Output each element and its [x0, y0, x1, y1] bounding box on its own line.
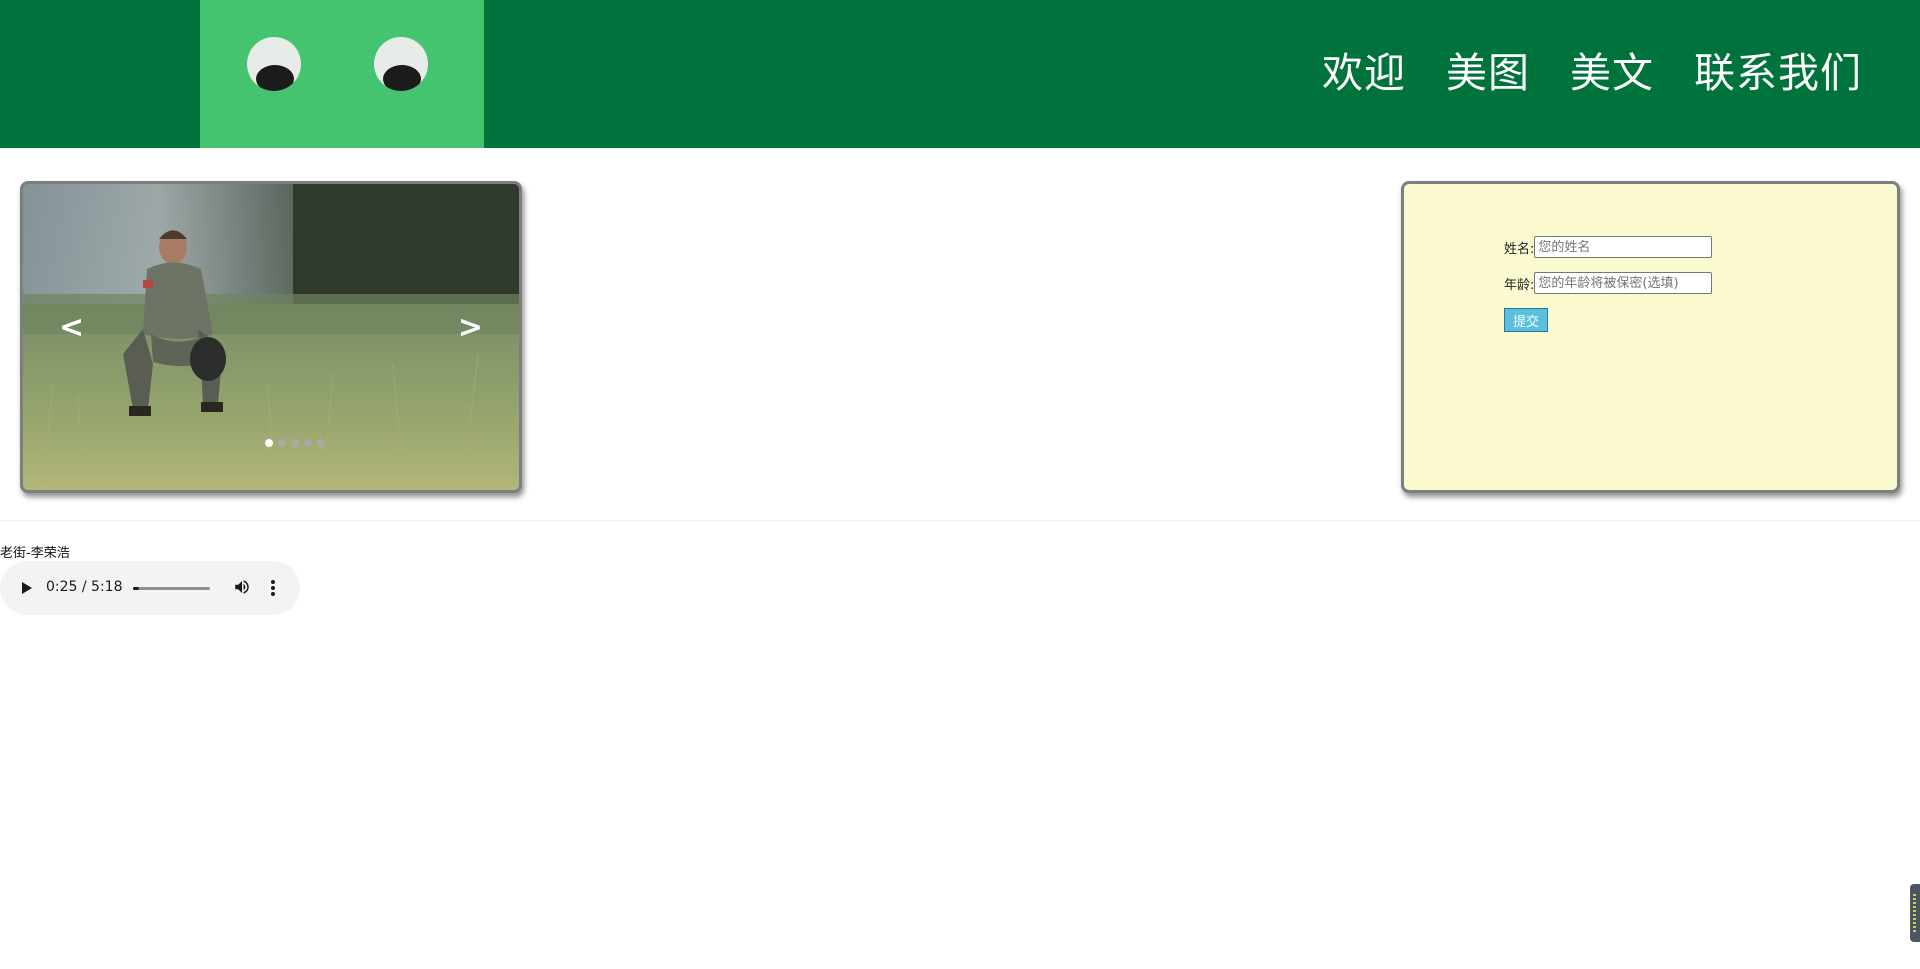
side-handle[interactable]: [1910, 884, 1920, 942]
audio-seek-fill: [133, 587, 140, 590]
contact-form: 姓名: 年龄: 提交: [1401, 181, 1900, 493]
submit-button[interactable]: 提交: [1504, 308, 1548, 332]
logo[interactable]: [200, 0, 484, 148]
nav-item-contact[interactable]: 联系我们: [1694, 39, 1862, 99]
section-divider: [0, 520, 1920, 521]
image-carousel[interactable]: < >: [20, 181, 522, 493]
play-icon[interactable]: [22, 582, 32, 594]
carousel-dot[interactable]: [304, 439, 312, 447]
age-row: 年龄:: [1504, 272, 1713, 294]
carousel-dot[interactable]: [278, 439, 286, 447]
name-label: 姓名:: [1504, 241, 1535, 257]
carousel-next-button[interactable]: >: [458, 310, 483, 345]
name-row: 姓名:: [1504, 236, 1713, 258]
carousel-dot[interactable]: [291, 439, 299, 447]
age-input[interactable]: [1534, 272, 1713, 294]
carousel-dot[interactable]: [265, 439, 273, 447]
audio-time: 0:25 / 5:18: [46, 579, 123, 595]
carousel-dot[interactable]: [317, 439, 325, 447]
age-label: 年龄:: [1504, 277, 1535, 293]
logo-right-eye-icon: [374, 37, 428, 91]
volume-icon[interactable]: [233, 578, 251, 596]
nav-item-welcome[interactable]: 欢迎: [1322, 39, 1406, 99]
more-options-icon[interactable]: [270, 579, 276, 597]
site-header: 欢迎 美图 美文 联系我们: [0, 0, 1920, 148]
carousel-prev-button[interactable]: <: [59, 310, 84, 345]
carousel-indicators: [265, 439, 325, 447]
logo-right-pupil: [383, 65, 421, 91]
logo-left-eye-icon: [247, 37, 301, 91]
side-handle-grip-icon: [1913, 894, 1916, 932]
song-title: 老街-李荣浩: [0, 546, 70, 561]
main-nav: 欢迎 美图 美文 联系我们: [1282, 0, 1862, 138]
nav-item-articles[interactable]: 美文: [1570, 39, 1654, 99]
name-input[interactable]: [1534, 236, 1713, 258]
logo-left-pupil: [256, 65, 294, 91]
audio-player: 0:25 / 5:18: [0, 561, 300, 615]
nav-item-gallery[interactable]: 美图: [1446, 39, 1530, 99]
audio-seek-bar[interactable]: [133, 587, 210, 590]
